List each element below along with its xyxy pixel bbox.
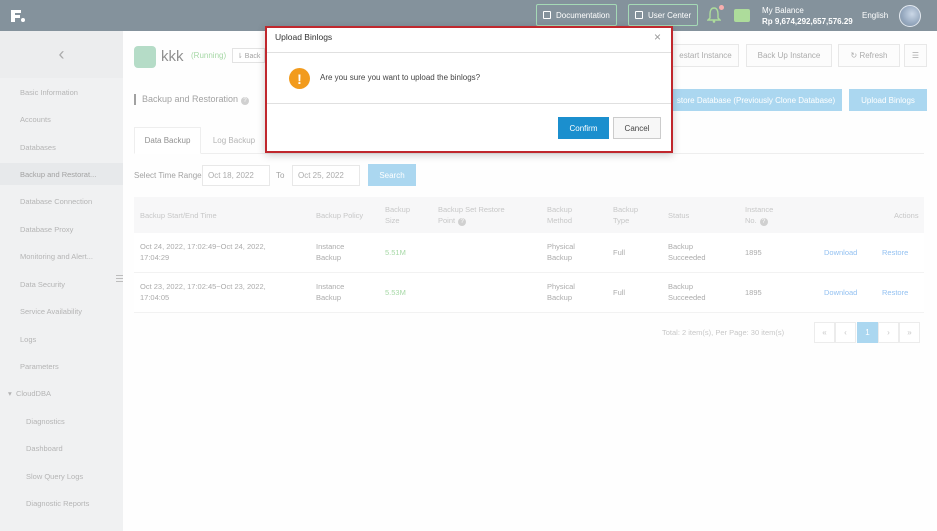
dialog-divider [267,103,671,104]
close-icon[interactable]: × [654,30,661,44]
cancel-button[interactable]: Cancel [613,117,661,139]
warning-icon: ! [289,68,310,89]
dialog-divider [267,52,671,53]
dialog-message: Are you sure you want to upload the binl… [320,73,481,82]
dialog-title: Upload Binlogs [275,32,333,42]
upload-binlogs-dialog: Upload Binlogs × ! Are you sure you want… [265,26,673,153]
confirm-button[interactable]: Confirm [558,117,609,139]
